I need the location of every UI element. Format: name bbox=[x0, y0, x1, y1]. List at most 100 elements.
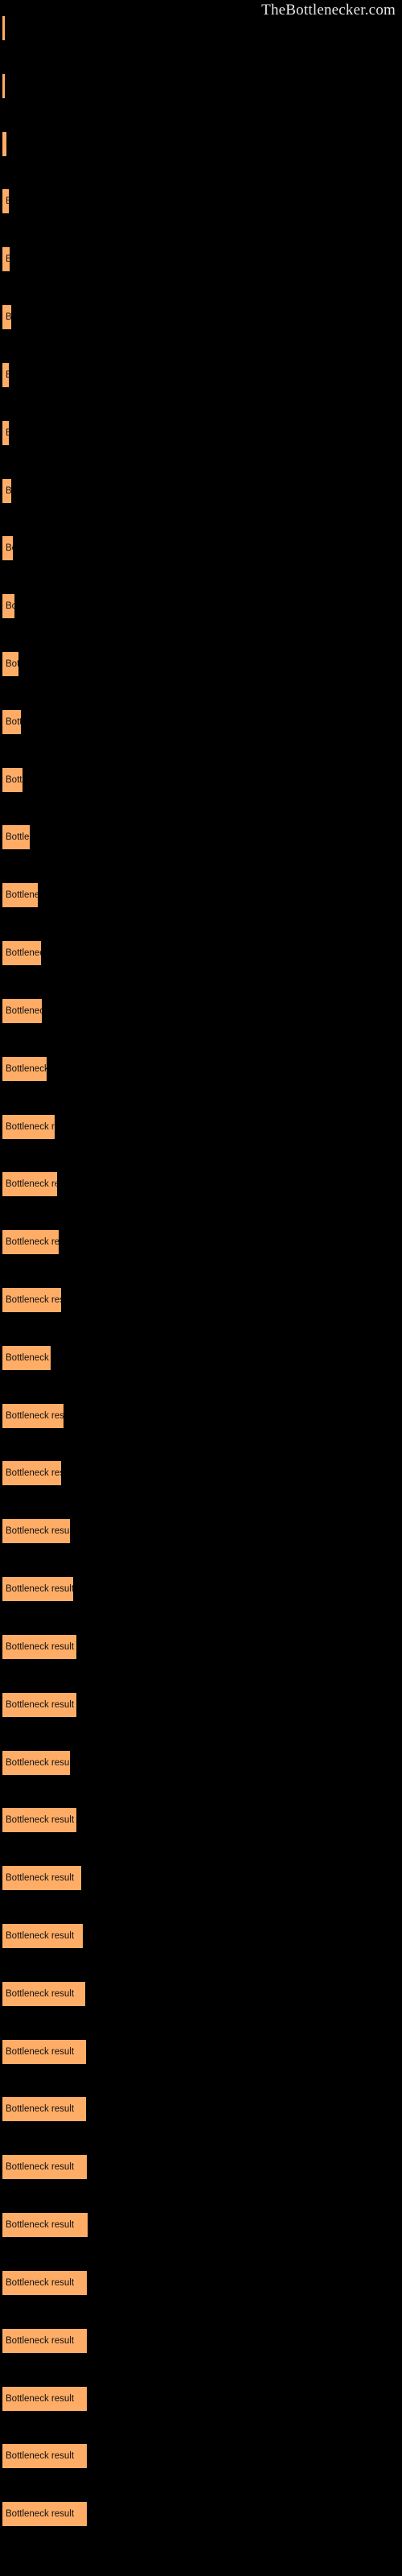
bar-row: Bottleneck result bbox=[0, 479, 402, 503]
bar-label: Bottleneck result bbox=[6, 1931, 75, 1941]
bar-row: Bottleneck result bbox=[0, 825, 402, 849]
bar-label: Bottleneck result bbox=[6, 1873, 75, 1883]
bar-label: Bottleneck result bbox=[6, 890, 38, 900]
bar-row: Bottleneck result bbox=[0, 74, 402, 98]
bar-label: Bottleneck result bbox=[6, 1584, 73, 1594]
bar: Bottleneck result bbox=[2, 594, 14, 618]
bar-label: Bottleneck result bbox=[6, 659, 18, 669]
bar-row: Bottleneck result bbox=[0, 1346, 402, 1370]
bar-label: Bottleneck result bbox=[6, 1815, 75, 1825]
bar-row: Bottleneck result bbox=[0, 536, 402, 560]
bar-row: Bottleneck result bbox=[0, 2040, 402, 2064]
bar-label: Bottleneck result bbox=[6, 1700, 75, 1710]
bar: Bottleneck result bbox=[2, 1982, 85, 2006]
bar-row: Bottleneck result bbox=[0, 1866, 402, 1890]
bar-row: Bottleneck result bbox=[0, 594, 402, 618]
bar-label: Bottleneck result bbox=[6, 2394, 75, 2404]
bar: Bottleneck result bbox=[2, 2213, 88, 2237]
bar-row: Bottleneck result bbox=[0, 2213, 402, 2237]
bar-label: Bottleneck result bbox=[6, 370, 9, 380]
bar: Bottleneck result bbox=[2, 1693, 76, 1717]
bar-row: Bottleneck result bbox=[0, 1115, 402, 1139]
bar: Bottleneck result bbox=[2, 2271, 87, 2295]
bar-label: Bottleneck result bbox=[6, 775, 23, 785]
bar-row: Bottleneck result bbox=[0, 941, 402, 965]
bar-row: Bottleneck result bbox=[0, 883, 402, 907]
bar-label: Bottleneck result bbox=[6, 312, 11, 322]
bar: Bottleneck result bbox=[2, 1635, 76, 1659]
bar: Bottleneck result bbox=[2, 768, 23, 792]
bar-row: Bottleneck result bbox=[0, 1288, 402, 1312]
bar-row: Bottleneck result bbox=[0, 1982, 402, 2006]
bar: Bottleneck result bbox=[2, 1808, 76, 1832]
bar: Bottleneck result bbox=[2, 189, 9, 213]
bar: Bottleneck result bbox=[2, 305, 11, 329]
bar-label: Bottleneck result bbox=[6, 1468, 61, 1478]
bar-label: Bottleneck result bbox=[6, 254, 10, 264]
bar-label: Bottleneck result bbox=[6, 2278, 75, 2288]
bar-row: Bottleneck result bbox=[0, 189, 402, 213]
bar-row: Bottleneck result bbox=[0, 999, 402, 1023]
bar-label: Bottleneck result bbox=[6, 601, 14, 611]
bar-row: Bottleneck result bbox=[0, 768, 402, 792]
bar-row: Bottleneck result bbox=[0, 247, 402, 271]
bar-row: Bottleneck result bbox=[0, 1172, 402, 1196]
bar-row: Bottleneck result bbox=[0, 2329, 402, 2353]
bar-label: Bottleneck result bbox=[6, 486, 11, 496]
bar-label: Bottleneck result bbox=[6, 1064, 47, 1074]
bar: Bottleneck result bbox=[2, 2329, 87, 2353]
bar: Bottleneck result bbox=[2, 1866, 81, 1890]
bar-label: Bottleneck result bbox=[6, 1642, 75, 1652]
bar: Bottleneck result bbox=[2, 2387, 87, 2411]
bar-label: Bottleneck result bbox=[6, 948, 41, 958]
bar: Bottleneck result bbox=[2, 1461, 61, 1485]
bar-label: Bottleneck result bbox=[6, 2047, 75, 2057]
bar: Bottleneck result bbox=[2, 132, 6, 156]
bar-row: Bottleneck result bbox=[0, 1461, 402, 1485]
bar-row: Bottleneck result bbox=[0, 2271, 402, 2295]
bar-row: Bottleneck result bbox=[0, 1577, 402, 1601]
bar: Bottleneck result bbox=[2, 1115, 55, 1139]
bar-row: Bottleneck result bbox=[0, 2502, 402, 2526]
bar: Bottleneck result bbox=[2, 1230, 59, 1254]
bar-label: Bottleneck result bbox=[6, 2336, 75, 2346]
bar: Bottleneck result bbox=[2, 421, 9, 445]
bar: Bottleneck result bbox=[2, 74, 5, 98]
bar-row: Bottleneck result bbox=[0, 363, 402, 387]
bar-row: Bottleneck result bbox=[0, 1519, 402, 1543]
bar: Bottleneck result bbox=[2, 941, 41, 965]
bar: Bottleneck result bbox=[2, 247, 10, 271]
bar: Bottleneck result bbox=[2, 652, 18, 676]
bar-label: Bottleneck result bbox=[6, 1295, 61, 1305]
bar-row: Bottleneck result bbox=[0, 1635, 402, 1659]
bar-label: Bottleneck result bbox=[6, 1122, 55, 1132]
bar-label: Bottleneck result bbox=[6, 2104, 75, 2114]
bar-row: Bottleneck result bbox=[0, 132, 402, 156]
bar-row: Bottleneck result bbox=[0, 1693, 402, 1717]
bar: Bottleneck result bbox=[2, 2155, 87, 2179]
bar-label: Bottleneck result bbox=[6, 2451, 75, 2461]
bar-label: Bottleneck result bbox=[6, 1526, 70, 1536]
bar: Bottleneck result bbox=[2, 1057, 47, 1081]
bar: Bottleneck result bbox=[2, 479, 11, 503]
bar-label: Bottleneck result bbox=[6, 1006, 42, 1016]
bar-label: Bottleneck result bbox=[6, 428, 9, 438]
bar: Bottleneck result bbox=[2, 16, 5, 40]
bar: Bottleneck result bbox=[2, 536, 13, 560]
bar: Bottleneck result bbox=[2, 710, 21, 734]
bar-label: Bottleneck result bbox=[6, 1353, 51, 1363]
bar-row: Bottleneck result bbox=[0, 1404, 402, 1428]
bar-label: Bottleneck result bbox=[6, 2220, 75, 2230]
bar-row: Bottleneck result bbox=[0, 16, 402, 40]
bar-row: Bottleneck result bbox=[0, 2387, 402, 2411]
bar-label: Bottleneck result bbox=[6, 1411, 64, 1421]
bar-label: Bottleneck result bbox=[6, 543, 13, 553]
bar-row: Bottleneck result bbox=[0, 1924, 402, 1948]
bar-label: Bottleneck result bbox=[6, 2162, 75, 2172]
bar: Bottleneck result bbox=[2, 1924, 83, 1948]
bar-row: Bottleneck result bbox=[0, 1808, 402, 1832]
bar: Bottleneck result bbox=[2, 1404, 64, 1428]
bar: Bottleneck result bbox=[2, 2040, 86, 2064]
bar-row: Bottleneck result bbox=[0, 1057, 402, 1081]
bar: Bottleneck result bbox=[2, 363, 9, 387]
